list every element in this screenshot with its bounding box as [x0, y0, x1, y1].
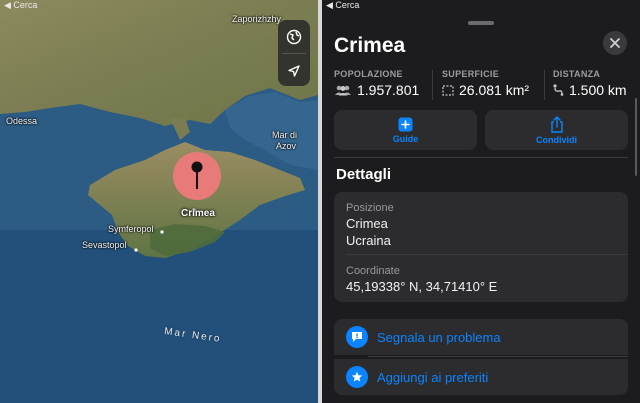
map-label-azov-1: Mar di [272, 130, 298, 140]
add-favorite-label: Aggiungi ai preferiti [377, 369, 489, 385]
location-arrow-icon[interactable] [278, 54, 310, 87]
stat-distance-value: 1.500 km [569, 82, 627, 98]
map-label-sevastopol: Sevastopol [82, 240, 127, 250]
map-label-odessa: Odessa [6, 116, 38, 126]
map-label-azov-2: Azov [276, 141, 297, 151]
report-problem-button[interactable]: Segnala un problema [334, 319, 628, 355]
stat-population: POPOLAZIONE 1.957.801 [334, 69, 419, 98]
scrollbar[interactable] [635, 98, 637, 176]
details-card: Posizione Crimea Ucraina Coordinate 45,1… [334, 192, 628, 302]
close-button[interactable] [603, 31, 627, 55]
stat-area-label: SUPERFICIE [442, 69, 500, 79]
place-sheet: ◀ Cerca Crimea POPOLAZIONE 1.957.801 SUP… [322, 0, 640, 403]
stat-distance-label: DISTANZA [553, 69, 601, 79]
map-terrain [0, 0, 318, 403]
stat-area: SUPERFICIE 26.081 km² [442, 69, 529, 98]
position-line-2: Ucraina [346, 233, 391, 248]
stat-population-value: 1.957.801 [357, 82, 420, 98]
map-controls [278, 20, 310, 86]
pin-icon [191, 161, 203, 189]
map-label-symferopol: Symferopol [108, 224, 154, 234]
add-favorite-button[interactable]: Aggiungi ai preferiti [334, 359, 628, 395]
route-icon [553, 84, 564, 96]
stat-distance: DISTANZA 1.500 km [553, 69, 627, 98]
area-icon [442, 84, 454, 96]
globe-icon[interactable] [278, 20, 310, 53]
share-button[interactable]: Condividi [485, 110, 628, 150]
guides-button-label: Guide [392, 133, 419, 144]
people-icon [335, 85, 351, 95]
star-icon [346, 366, 368, 388]
position-line-1: Crimea [346, 216, 388, 231]
map-label-zaporizhzhya: Zaporizhzhy [232, 14, 282, 24]
map-view[interactable]: ◀ Cerca Zaporizhzhy Odessa Mar di Azov S… [0, 0, 318, 403]
share-icon [550, 115, 563, 133]
share-button-label: Condividi [536, 134, 577, 145]
report-problem-label: Segnala un problema [377, 329, 501, 345]
guides-button[interactable]: Guide [334, 110, 477, 150]
close-icon [610, 38, 620, 48]
stat-population-label: POPOLAZIONE [334, 69, 403, 79]
place-title: Crimea [334, 34, 406, 57]
report-icon [346, 326, 368, 348]
sheet-grabber[interactable] [468, 21, 494, 25]
pin-label: Crimea [181, 208, 215, 219]
back-link[interactable]: ◀ Cerca [4, 0, 37, 11]
details-heading: Dettagli [336, 166, 392, 183]
stat-area-value: 26.081 km² [459, 82, 530, 98]
coordinates-value[interactable]: 45,19338° N, 34,71410° E [346, 279, 497, 294]
place-pin[interactable] [173, 152, 221, 200]
back-link-right[interactable]: ◀ Cerca [326, 0, 359, 11]
plus-square-icon [398, 117, 413, 131]
position-label: Posizione [346, 202, 394, 214]
coordinates-label: Coordinate [346, 265, 400, 277]
